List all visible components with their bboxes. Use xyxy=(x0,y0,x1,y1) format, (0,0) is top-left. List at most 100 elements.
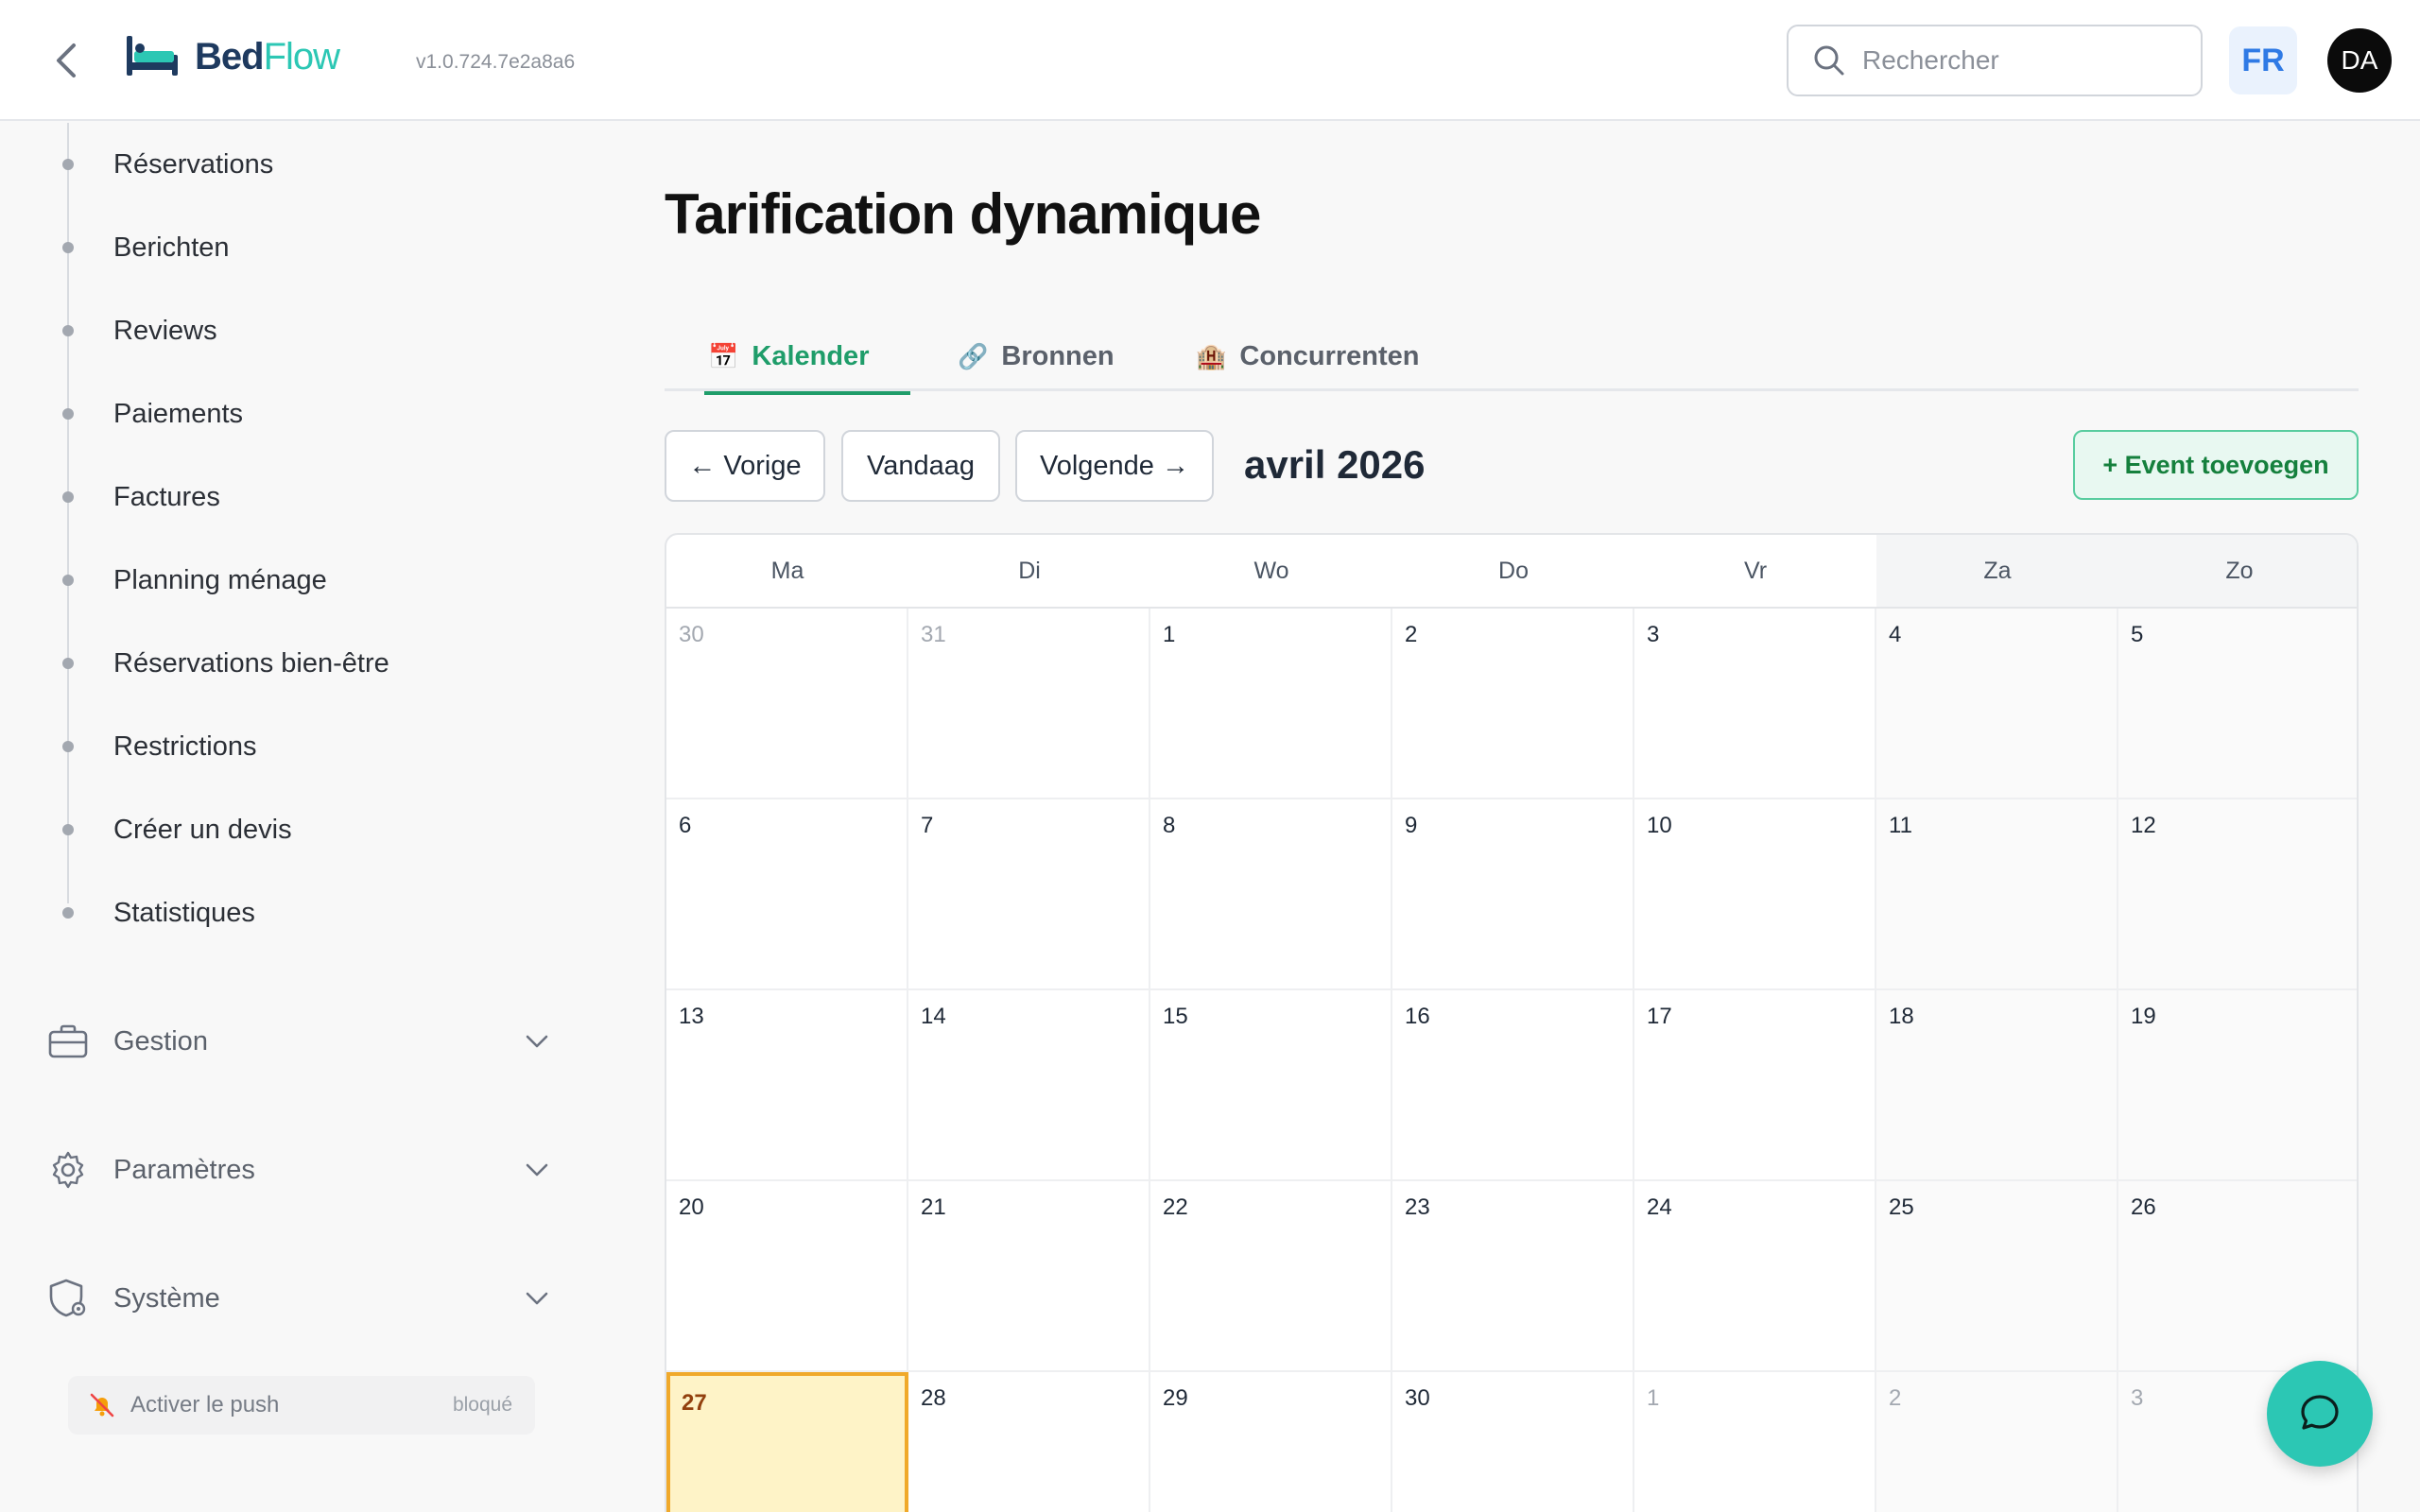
day-number: 25 xyxy=(1889,1194,1914,1220)
sidebar-item-label: Factures xyxy=(113,481,220,512)
calendar-day-cell[interactable]: 14 xyxy=(908,990,1150,1181)
sidebar-item-creer-devis[interactable]: Créer un devis xyxy=(0,801,567,858)
calendar-day-cell[interactable]: 23 xyxy=(1392,1181,1634,1372)
shield-gear-icon xyxy=(47,1278,89,1319)
today-button[interactable]: Vandaag xyxy=(841,430,1000,502)
tab-label: Kalender xyxy=(752,340,870,371)
chevron-left-icon xyxy=(57,43,76,77)
calendar-day-cell[interactable]: 7 xyxy=(908,799,1150,990)
day-number: 13 xyxy=(679,1004,704,1029)
chevron-down-icon xyxy=(526,1163,548,1177)
calendar-day-cell[interactable]: 17 xyxy=(1634,990,1876,1181)
day-number: 23 xyxy=(1405,1194,1430,1220)
tab-kalender[interactable]: 📅 Kalender xyxy=(703,321,912,395)
calendar-day-cell[interactable]: 2 xyxy=(1392,609,1634,799)
day-number: 27 xyxy=(682,1390,707,1416)
calendar-day-cell[interactable]: 4 xyxy=(1876,609,2118,799)
calendar-day-cell[interactable]: 2 xyxy=(1876,1372,2118,1512)
search-box[interactable] xyxy=(1787,25,2203,96)
calendar-day-cell[interactable]: 29 xyxy=(1150,1372,1392,1512)
calendar-day-cell[interactable]: 11 xyxy=(1876,799,2118,990)
sidebar-item-berichten[interactable]: Berichten xyxy=(0,219,567,276)
day-number: 16 xyxy=(1405,1004,1430,1029)
calendar-day-cell[interactable]: 22 xyxy=(1150,1181,1392,1372)
day-number: 6 xyxy=(679,813,692,838)
chevron-down-icon xyxy=(526,1292,548,1305)
day-number: 17 xyxy=(1647,1004,1672,1029)
add-event-button[interactable]: + Event toevoegen xyxy=(2073,430,2359,500)
app-version: v1.0.724.7e2a8a6 xyxy=(416,51,576,73)
sidebar-item-paiements[interactable]: Paiements xyxy=(0,386,567,442)
bullet-dot xyxy=(62,491,74,503)
weekday-header: Ma Di Wo Do Vr Za Zo xyxy=(666,535,2357,609)
day-number: 2 xyxy=(1405,622,1418,647)
user-avatar[interactable]: DA xyxy=(2327,28,2392,93)
chat-button[interactable] xyxy=(2267,1361,2373,1467)
calendar-day-cell[interactable]: 5 xyxy=(2118,609,2357,799)
search-input[interactable] xyxy=(1862,45,2174,76)
calendar-day-cell[interactable]: 30 xyxy=(666,609,908,799)
calendar-day-cell[interactable]: 20 xyxy=(666,1181,908,1372)
sidebar-group-label: Paramètres xyxy=(113,1154,255,1185)
back-button[interactable] xyxy=(47,40,85,81)
calendar-day-cell[interactable]: 1 xyxy=(1150,609,1392,799)
tab-label: Bronnen xyxy=(1001,340,1115,371)
sidebar-item-statistiques[interactable]: Statistiques xyxy=(0,885,567,941)
calendar-day-cell[interactable]: 15 xyxy=(1150,990,1392,1181)
search-icon xyxy=(1814,45,1844,76)
calendar-day-cell[interactable]: 25 xyxy=(1876,1181,2118,1372)
calendar-day-cell[interactable]: 28 xyxy=(908,1372,1150,1512)
day-number: 4 xyxy=(1889,622,1902,647)
day-number: 2 xyxy=(1889,1385,1902,1411)
calendar-day-cell[interactable]: 3 xyxy=(1634,609,1876,799)
calendar-day-cell[interactable]: 19 xyxy=(2118,990,2357,1181)
page-title: Tarification dynamique xyxy=(665,182,1261,246)
calendar-day-cell[interactable]: 16 xyxy=(1392,990,1634,1181)
next-month-button[interactable]: Volgende → xyxy=(1015,430,1214,502)
calendar-day-cell[interactable]: 6 xyxy=(666,799,908,990)
hotel-icon: 🏨 xyxy=(1196,341,1227,370)
sidebar-group-parametres[interactable]: Paramètres xyxy=(47,1142,558,1198)
sidebar-item-planning-menage[interactable]: Planning ménage xyxy=(0,552,567,609)
sidebar-item-reservations[interactable]: Réservations xyxy=(0,136,567,193)
calendar-day-cell[interactable]: 21 xyxy=(908,1181,1150,1372)
tab-concurrenten[interactable]: 🏨 Concurrenten xyxy=(1196,321,1420,391)
day-number: 14 xyxy=(921,1004,946,1029)
calendar-day-cell[interactable]: 13 xyxy=(666,990,908,1181)
prev-month-button[interactable]: ← Vorige xyxy=(665,430,825,502)
sidebar-item-reservations-bien-etre[interactable]: Réservations bien-être xyxy=(0,635,567,692)
day-number: 8 xyxy=(1163,813,1176,838)
sidebar-group-label: Gestion xyxy=(113,1025,208,1057)
calendar-day-cell-today[interactable]: 27 xyxy=(666,1372,908,1512)
sidebar-group-systeme[interactable]: Système xyxy=(47,1270,558,1327)
tab-bronnen[interactable]: 🔗 Bronnen xyxy=(958,321,1115,391)
calendar-day-cell[interactable]: 26 xyxy=(2118,1181,2357,1372)
sidebar-item-label: Créer un devis xyxy=(113,814,292,845)
calendar-day-cell[interactable]: 10 xyxy=(1634,799,1876,990)
calendar-day-cell[interactable]: 24 xyxy=(1634,1181,1876,1372)
sidebar-item-factures[interactable]: Factures xyxy=(0,469,567,525)
calendar-icon: 📅 xyxy=(708,341,739,370)
sidebar-group-gestion[interactable]: Gestion xyxy=(47,1013,558,1070)
calendar-day-cell[interactable]: 9 xyxy=(1392,799,1634,990)
day-number: 10 xyxy=(1647,813,1672,838)
bullet-dot xyxy=(62,907,74,919)
language-switcher[interactable]: FR xyxy=(2229,26,2297,94)
calendar-day-cell[interactable]: 1 xyxy=(1634,1372,1876,1512)
day-number: 3 xyxy=(2131,1385,2144,1411)
push-notification-toggle[interactable]: Activer le push bloqué xyxy=(68,1376,535,1435)
bullet-dot xyxy=(62,242,74,253)
calendar-day-cell[interactable]: 18 xyxy=(1876,990,2118,1181)
calendar-day-cell[interactable]: 30 xyxy=(1392,1372,1634,1512)
calendar-day-cell[interactable]: 31 xyxy=(908,609,1150,799)
sidebar-item-reviews[interactable]: Reviews xyxy=(0,302,567,359)
weekday-label: Zo xyxy=(2118,535,2357,607)
day-number: 21 xyxy=(921,1194,946,1220)
app-logo[interactable]: BedFlow xyxy=(125,34,340,79)
day-number: 15 xyxy=(1163,1004,1188,1029)
calendar-day-cell[interactable]: 8 xyxy=(1150,799,1392,990)
calendar-day-cell[interactable]: 12 xyxy=(2118,799,2357,990)
sidebar-item-restrictions[interactable]: Restrictions xyxy=(0,718,567,775)
weekday-label: Za xyxy=(1876,535,2118,607)
sidebar-item-label: Réservations bien-être xyxy=(113,647,389,679)
